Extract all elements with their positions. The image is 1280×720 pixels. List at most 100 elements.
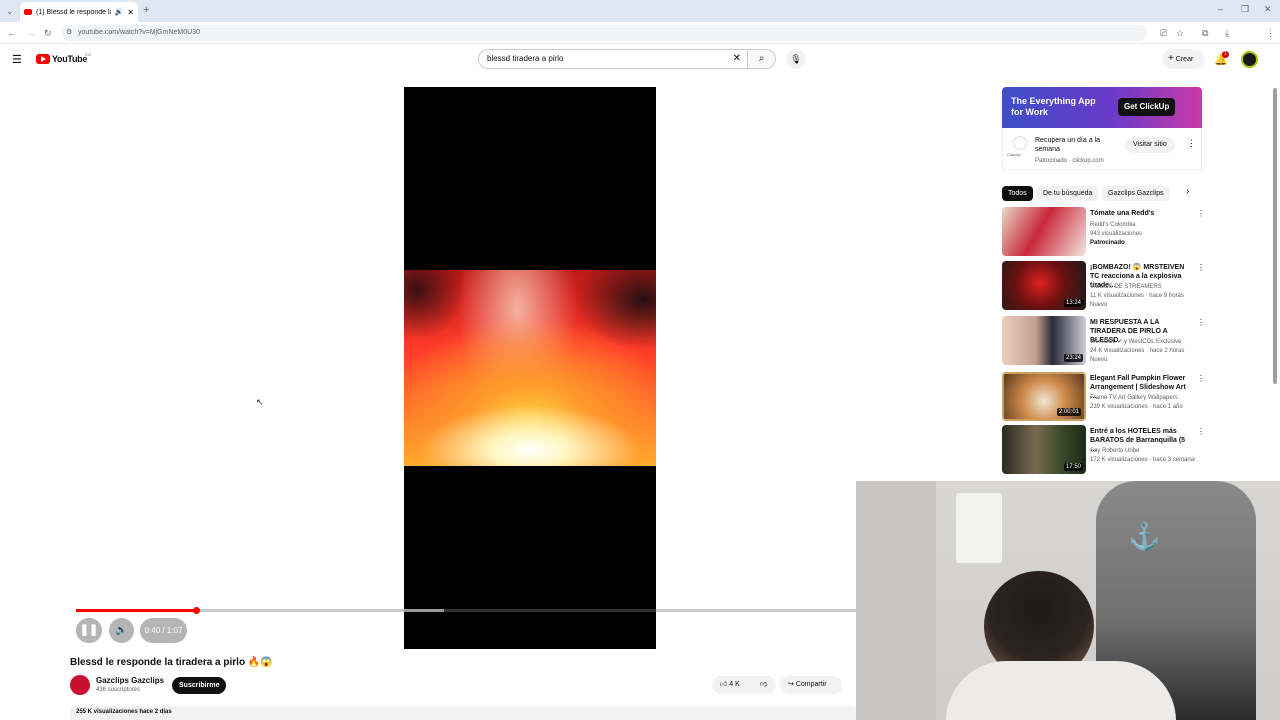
ad-description: Recupera un día a la semana [1035,137,1100,153]
tab-close-icon[interactable]: ✕ [127,8,134,17]
video-player[interactable] [404,87,656,649]
progress-played [76,609,197,612]
corsair-logo-icon: ⚓ [1128,521,1161,551]
cast-icon[interactable]: ⎚ [1160,28,1167,38]
video-thumbnail[interactable]: 2:00:01 [1002,372,1086,421]
youtube-logo-icon[interactable] [36,54,50,64]
tab-audio-icon[interactable]: 🔊 [115,8,124,16]
extension-icon[interactable]: ⧉ [1202,28,1208,38]
back-icon[interactable]: ← [7,28,16,38]
recommendation-channel: Redd's Colombia [1090,222,1136,228]
recommendation-badge: Patrocinado [1090,240,1125,246]
browser-menu-icon[interactable]: ⋮ [1266,28,1275,38]
progress-bar[interactable] [76,607,856,614]
recommendation-menu-icon[interactable]: ⋮ [1197,427,1205,436]
recommendation-channel: Frame TV Art Gallery Wallpapers [1090,395,1178,401]
url-text: youtube.com/watch?v=MjGmNeM0U30 [78,29,200,36]
list-item[interactable]: 23:24 MI RESPUESTA A LA TIRADERA DE PIRL… [1002,316,1205,366]
webcam-door [856,481,936,720]
browser-tab[interactable]: (1) Blessd le responde la ti 🔊 ✕ [20,2,138,22]
search-icon: ⌕ [758,53,765,64]
time-text: 0:40 / 1:07 [144,626,183,635]
video-duration: 2:00:01 [1056,408,1081,416]
hamburger-menu-icon[interactable]: ☰ [12,53,22,66]
subscriber-count: 436 suscriptores [96,687,141,693]
video-title: Blessd le responde la tiradera a pirlo 🔥… [70,657,273,668]
tab-list-icon[interactable]: ⌄ [6,6,14,16]
recommendation-channel: Soy Roberto Uribe [1090,448,1140,454]
recommendation-menu-icon[interactable]: ⋮ [1197,209,1205,218]
thumbs-up-icon: 👍︎ [720,681,728,688]
video-stats: 255 K visualizaciones hace 2 días [76,709,172,715]
share-label: Compartir [795,681,827,688]
recommendation-menu-icon[interactable]: ⋮ [1197,263,1205,272]
new-tab-icon[interactable]: + [143,5,149,16]
ad-menu-icon[interactable]: ⋮ [1187,138,1196,149]
video-thumbnail[interactable] [1002,207,1086,256]
forward-icon[interactable]: → [26,28,35,38]
video-thumbnail[interactable]: 17:50 [1002,425,1086,474]
list-item[interactable]: 13:24 ¡BOMBAZO! 😱 MRSTEIVEN TC reacciona… [1002,261,1205,311]
maximize-icon[interactable]: ❐ [1241,4,1249,14]
dislike-button[interactable]: 👎︎ [752,676,776,694]
ad-card[interactable]: ClickUp Recupera un día a la semana Patr… [1002,128,1202,170]
share-button[interactable]: ↪ Compartir [780,676,842,694]
ad-sponsored: Patrocinado · clickup.com [1035,158,1104,164]
recommendation-title[interactable]: Tómate una Redd's [1090,209,1190,218]
ad-banner[interactable]: The Everything App for Work Get ClickUp [1002,87,1202,128]
channel-avatar[interactable] [70,675,90,695]
video-frame [404,270,656,466]
video-thumbnail[interactable]: 23:24 [1002,316,1086,365]
pause-button[interactable]: ❚❚ [76,618,102,643]
recommendation-menu-icon[interactable]: ⋮ [1197,374,1205,383]
recommendation-badge: Nuevo [1090,302,1108,308]
ad-banner-cta[interactable]: Get ClickUp [1118,98,1176,116]
person-shirt [946,661,1176,720]
voice-search-button[interactable]: 🎙 [786,49,806,69]
recommendation-views: 11 K visualizaciones · hace 9 horas [1090,293,1184,299]
webcam-overlay: ⚓ [856,481,1280,720]
time-display: 0:40 / 1:07 [140,618,187,643]
user-avatar[interactable] [1241,51,1258,68]
mouse-cursor-icon: ↖ [256,397,264,407]
window-close-icon[interactable]: ✕ [1264,4,1272,14]
downloads-icon[interactable]: ⤓ [1225,28,1229,38]
microphone-icon: 🎙 [790,54,802,64]
reload-icon[interactable]: ↻ [44,28,52,38]
visit-site-button[interactable]: Visitar sitio [1125,137,1175,153]
volume-button[interactable]: 🔊 [109,618,134,643]
ad-banner-title: The Everything App for Work [1011,96,1096,117]
recommendation-channel: WestCOL ✔ y WestCOL Exclusive [1090,339,1182,345]
video-thumbnail[interactable]: 13:24 [1002,261,1086,310]
list-item[interactable]: Tómate una Redd's Redd's Colombia 943 vi… [1002,207,1205,257]
plus-icon: + [1168,53,1174,64]
chip-all[interactable]: Todos [1002,186,1033,201]
search-input[interactable]: blessd tiradera a pirlo ✕ [478,49,748,69]
recommendation-menu-icon[interactable]: ⋮ [1197,318,1205,327]
minimize-icon[interactable]: – [1218,4,1223,14]
recommendation-views: 943 visualizaciones [1090,231,1143,237]
channel-name[interactable]: Gazclips Gazclips [96,676,164,685]
advertiser-name: ClickUp [1007,152,1021,157]
chip-related-search[interactable]: De tu búsqueda [1037,186,1099,201]
search-query-text: blessd tiradera a pirlo [487,54,564,63]
site-info-icon[interactable]: ⚙ [66,25,72,41]
list-item[interactable]: 2:00:01 Elegant Fall Pumpkin Flower Arra… [1002,372,1205,422]
subscribe-button[interactable]: Suscribirme [172,677,227,694]
clear-search-icon[interactable]: ✕ [733,50,741,68]
chip-channel[interactable]: Gazclips Gazclips [1102,186,1170,201]
list-item[interactable]: 17:50 Entré a los HOTELES más BARATOS de… [1002,425,1205,475]
address-bar[interactable]: ⚙ youtube.com/watch?v=MjGmNeM0U30 [62,25,1147,41]
chips-next-icon[interactable]: › [1186,186,1189,197]
description-box[interactable]: 255 K visualizaciones hace 2 días [70,706,856,720]
progress-scrubber[interactable] [193,607,201,614]
search-button[interactable]: ⌕ [748,49,776,69]
notification-badge: 1 [1222,51,1229,58]
like-button[interactable]: 👍︎ 4 K [712,676,752,694]
youtube-logo-text[interactable]: YouTube [52,54,87,64]
bookmark-star-icon[interactable]: ☆ [1176,28,1184,38]
page-scrollbar[interactable] [1273,88,1277,384]
video-duration: 17:50 [1063,463,1083,471]
recommendation-views: 239 K visualizaciones · hace 1 año [1090,404,1183,410]
create-button[interactable]: + Crear [1162,49,1204,69]
